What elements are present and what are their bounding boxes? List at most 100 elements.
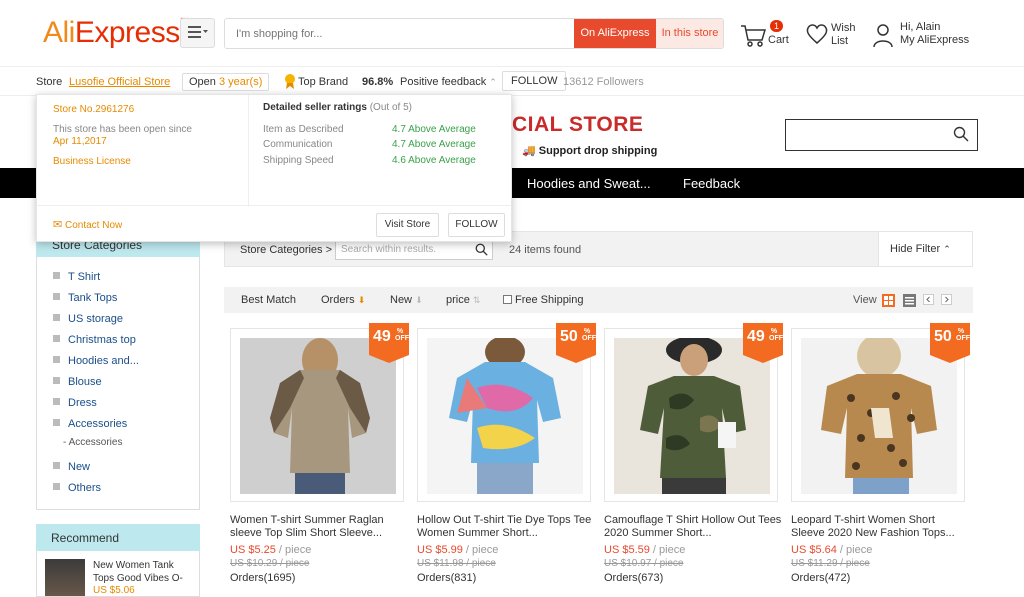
list-view-icon[interactable]	[903, 294, 916, 307]
discount-badge: 50% OFF	[930, 323, 970, 363]
store-categories-filter[interactable]: Store Categories >	[240, 244, 332, 256]
product-image-box[interactable]: 50% OFF	[417, 323, 596, 502]
grid-view-icon[interactable]	[882, 294, 895, 307]
chevron-up-icon: ⌃	[489, 77, 497, 87]
nav-hoodies[interactable]: Hoodies and Sweat...	[527, 176, 651, 191]
store-open-badge: Open 3 year(s)	[182, 73, 270, 91]
business-license-link[interactable]: Business License	[53, 156, 131, 167]
category-item[interactable]: Dress	[53, 397, 97, 409]
search-within-results[interactable]: Search within results.	[335, 240, 493, 260]
followers-count: 13612 Followers	[563, 76, 644, 88]
cart-label: Cart	[768, 34, 789, 46]
original-price: US $10.97 / piece	[604, 558, 684, 569]
sort-new[interactable]: New ⬇	[390, 294, 423, 306]
checkbox[interactable]	[503, 295, 512, 304]
free-shipping-checkbox[interactable]: Free Shipping	[503, 294, 584, 306]
category-item[interactable]: Christmas top	[53, 334, 136, 346]
search-input[interactable]	[225, 19, 574, 48]
nav-feedback[interactable]: Feedback	[683, 176, 740, 191]
order-count: Orders(1695)	[230, 572, 296, 584]
recommend-product-price: US $5.06	[93, 585, 135, 596]
category-item[interactable]: New	[53, 461, 90, 473]
product-image-box[interactable]: 49% OFF	[230, 323, 409, 502]
product-price: US $5.99 / piece	[417, 544, 499, 556]
category-subitem[interactable]: - Accessories	[63, 437, 122, 448]
open-date: Apr 11,2017	[53, 136, 107, 147]
ratings-title: Detailed seller ratings (Out of 5)	[263, 102, 412, 113]
rating-label: Shipping Speed	[263, 155, 334, 166]
rating-value: 4.6 Above Average	[392, 155, 476, 166]
arrow-down-icon: ⬇	[357, 295, 366, 305]
category-menu-button[interactable]	[180, 18, 215, 48]
product-photo	[427, 338, 583, 494]
cart-icon	[741, 25, 766, 47]
user-icon	[873, 24, 893, 48]
banner-search-box[interactable]	[785, 119, 978, 151]
next-page-icon[interactable]	[941, 294, 952, 305]
product-photo	[614, 338, 770, 494]
sort-orders[interactable]: Orders ⬇	[321, 294, 365, 306]
chevron-up-icon: ⌃	[943, 244, 951, 254]
category-item[interactable]: T Shirt	[53, 271, 100, 283]
product-image-box[interactable]: 50% OFF	[791, 323, 970, 502]
discount-badge: 49% OFF	[743, 323, 783, 363]
discount-badge: 49% OFF	[369, 323, 409, 363]
arrow-down-icon: ⬇	[415, 295, 423, 305]
sort-arrows-icon: ⇅	[472, 295, 481, 305]
rating-label: Item as Described	[263, 124, 344, 135]
heart-icon	[806, 24, 828, 44]
popup-follow-button[interactable]: FOLLOW	[448, 213, 505, 237]
sort-best-match[interactable]: Best Match	[241, 294, 296, 306]
drop-shipping-note: 🚚 Support drop shipping	[522, 145, 658, 157]
hide-filter-button[interactable]: Hide Filter ⌃	[878, 232, 972, 266]
aliexpress-logo[interactable]: AliExpress™	[43, 16, 189, 50]
cart-count-badge: 1	[770, 20, 784, 32]
category-item[interactable]: Others	[53, 482, 101, 494]
search-on-aliexpress-button[interactable]: On AliExpress	[574, 19, 656, 48]
category-item[interactable]: Blouse	[53, 376, 102, 388]
view-label: View	[853, 294, 877, 306]
product-photo	[801, 338, 957, 494]
store-categories-list: T Shirt Tank Tops US storage Christmas t…	[36, 257, 200, 510]
category-item[interactable]: Accessories	[53, 418, 127, 430]
order-count: Orders(831)	[417, 572, 477, 584]
store-name-link[interactable]: Lusofie Official Store	[69, 76, 170, 88]
product-price: US $5.64 / piece	[791, 544, 873, 556]
truck-icon: 🚚	[522, 145, 536, 157]
product-image-box[interactable]: 49% OFF	[604, 323, 783, 502]
sort-price[interactable]: price ⇅	[446, 294, 480, 306]
original-price: US $10.29 / piece	[230, 558, 310, 569]
category-item[interactable]: Hoodies and...	[53, 355, 139, 367]
product-title[interactable]: Hollow Out T-shirt Tie Dye Tops Tee Wome…	[417, 514, 595, 540]
positive-feedback-toggle[interactable]: Positive feedback ⌃	[400, 76, 497, 88]
store-info-popup: Store No.2961276 This store has been ope…	[36, 94, 512, 242]
recommend-product-name[interactable]: New Women Tank Tops Good Vibes O-	[93, 559, 193, 585]
search-in-store-button[interactable]: In this store	[656, 19, 723, 48]
top-brand-label: Top Brand	[298, 76, 349, 88]
medal-icon	[285, 74, 295, 89]
recommend-item[interactable]: New Women Tank Tops Good Vibes O- US $5.…	[36, 551, 200, 597]
follow-store-button[interactable]: FOLLOW	[502, 71, 567, 91]
recommend-heading: Recommend	[36, 524, 200, 551]
store-number: Store No.2961276	[53, 104, 135, 115]
cart-link[interactable]: 1 Cart	[740, 20, 800, 52]
rating-value: 4.7 Above Average	[392, 124, 476, 135]
category-item[interactable]: Tank Tops	[53, 292, 117, 304]
category-item[interactable]: US storage	[53, 313, 123, 325]
search-icon[interactable]	[475, 243, 488, 256]
product-title[interactable]: Camouflage T Shirt Hollow Out Tees 2020 …	[604, 514, 782, 540]
product-photo	[240, 338, 396, 494]
recommend-product-image[interactable]	[45, 559, 85, 596]
original-price: US $11.98 / piece	[417, 558, 496, 569]
product-price: US $5.25 / piece	[230, 544, 312, 556]
rating-label: Communication	[263, 139, 333, 150]
visit-store-button[interactable]: Visit Store	[376, 213, 439, 237]
order-count: Orders(472)	[791, 572, 851, 584]
store-info-bar: Store Lusofie Official Store Open 3 year…	[0, 66, 1024, 96]
product-title[interactable]: Leopard T-shirt Women Short Sleeve 2020 …	[791, 514, 969, 540]
product-title[interactable]: Women T-shirt Summer Raglan sleeve Top S…	[230, 514, 408, 540]
contact-now-link[interactable]: ✉ Contact Now	[53, 218, 122, 231]
envelope-icon: ✉	[53, 219, 63, 231]
search-icon[interactable]	[953, 126, 969, 142]
prev-page-icon[interactable]	[923, 294, 934, 305]
